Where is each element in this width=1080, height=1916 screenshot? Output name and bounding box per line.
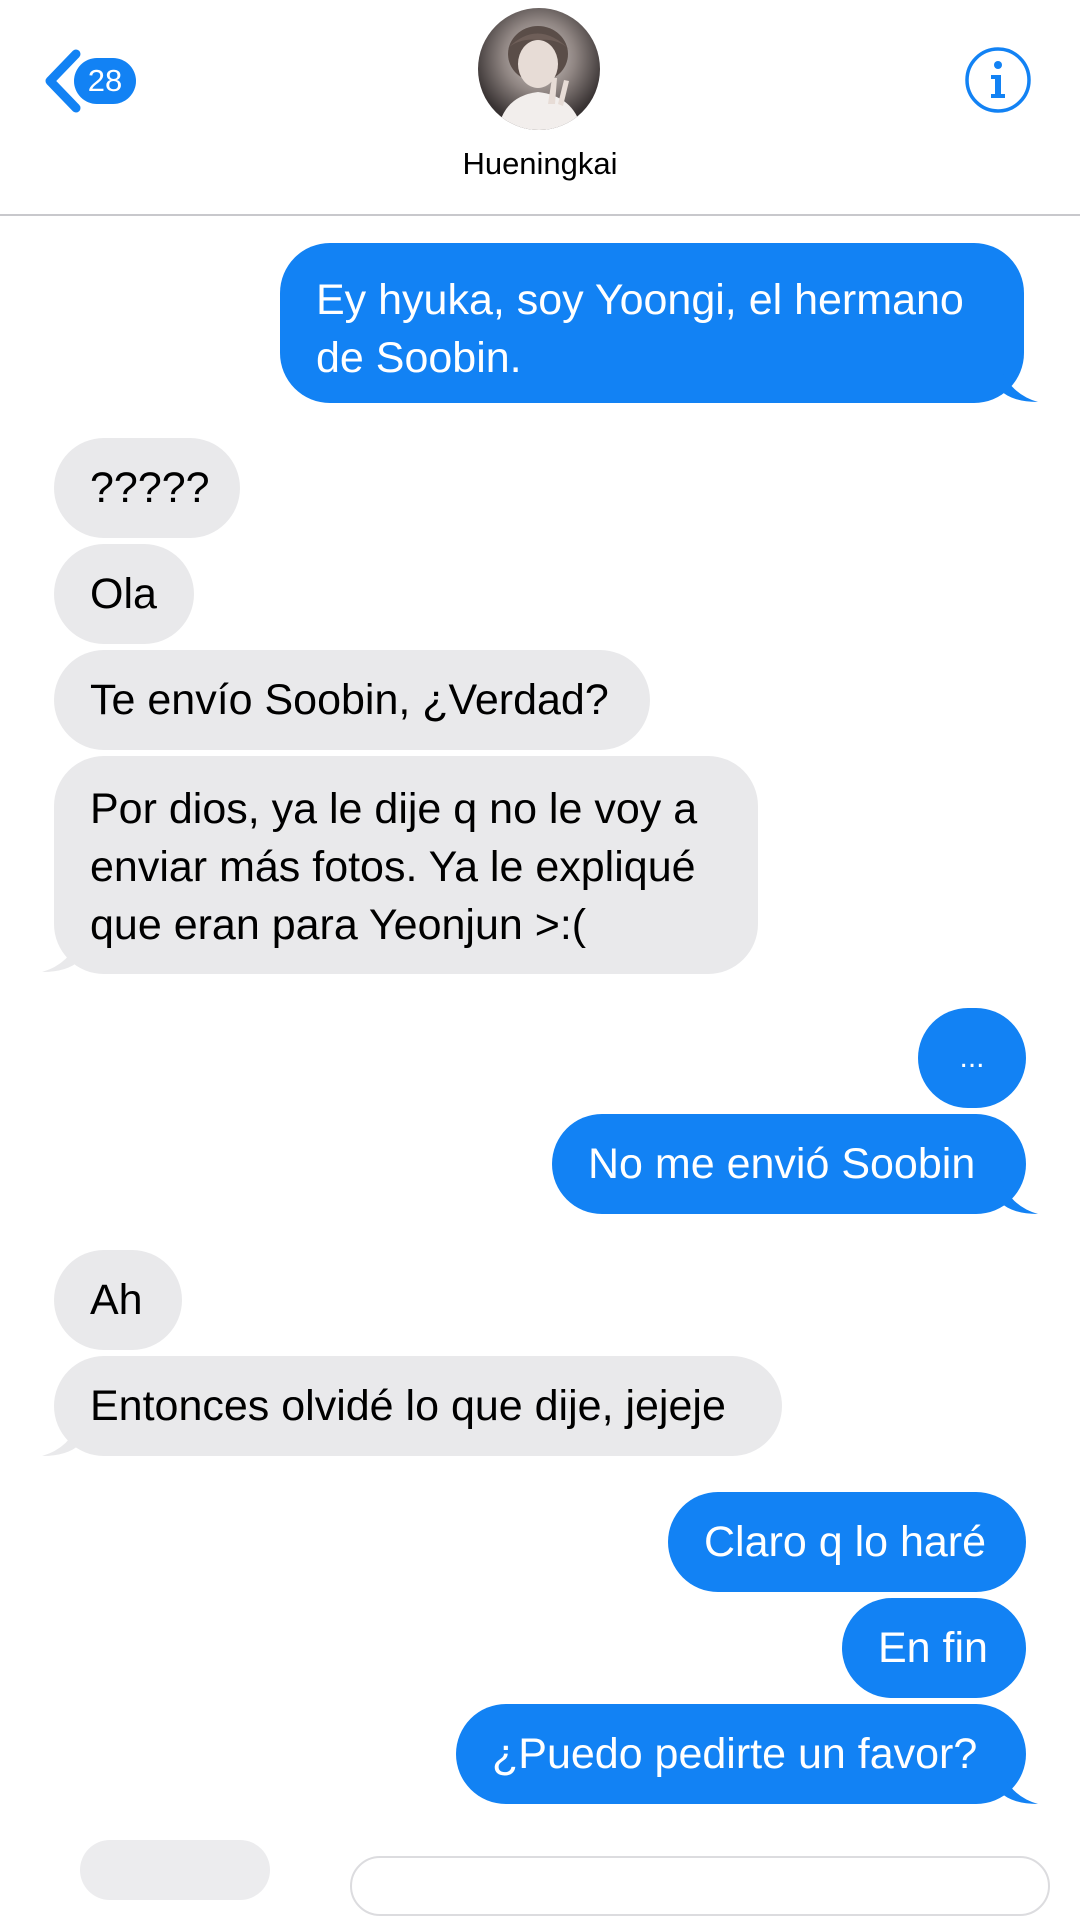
message-text: Ah bbox=[90, 1276, 143, 1324]
message-input-field[interactable] bbox=[350, 1856, 1050, 1916]
message-text: Claro q lo haré bbox=[704, 1518, 987, 1566]
message-text: Entonces olvidé lo que dije, jejeje bbox=[90, 1382, 726, 1430]
sent-message[interactable]: En fin bbox=[842, 1598, 1026, 1698]
message-text: ... bbox=[959, 1041, 985, 1074]
sent-message[interactable]: Claro q lo haré bbox=[668, 1492, 1026, 1592]
contact-avatar[interactable] bbox=[478, 8, 600, 130]
partial-received-message bbox=[80, 1840, 270, 1900]
message-text: Ola bbox=[90, 570, 157, 618]
message-text: Te envío Soobin, ¿Verdad? bbox=[90, 676, 609, 724]
received-message[interactable]: Entonces olvidé lo que dije, jejeje bbox=[54, 1356, 782, 1456]
sent-message[interactable]: No me envió Soobin bbox=[552, 1114, 1026, 1214]
message-list[interactable]: Ey hyuka, soy Yoongi, el hermano de Soob… bbox=[0, 216, 1080, 1916]
sent-bubble-tail bbox=[1000, 1178, 1038, 1214]
message-text: ????? bbox=[90, 464, 210, 512]
sent-message[interactable]: ¿Puedo pedirte un favor? bbox=[456, 1704, 1026, 1804]
received-bubble-tail bbox=[42, 1420, 80, 1456]
sent-message[interactable]: Ey hyuka, soy Yoongi, el hermano de Soob… bbox=[280, 243, 1024, 403]
sent-bubble-tail bbox=[1000, 1768, 1038, 1804]
info-icon bbox=[965, 47, 1031, 113]
received-bubble-tail bbox=[42, 936, 80, 972]
received-message[interactable]: Por dios, ya le dije q no le voy a envia… bbox=[54, 756, 758, 974]
conversation-header: 28 Hueningkai bbox=[0, 0, 1080, 216]
sent-message[interactable]: ... bbox=[918, 1008, 1026, 1108]
unread-count-badge: 28 bbox=[74, 58, 136, 104]
contact-name[interactable]: Hueningkai bbox=[0, 146, 1080, 182]
received-message[interactable]: Ah bbox=[54, 1250, 182, 1350]
message-text: Ey hyuka, soy Yoongi, el hermano de Soob… bbox=[316, 276, 964, 382]
received-message[interactable]: Ola bbox=[54, 544, 194, 644]
message-text: No me envió Soobin bbox=[588, 1140, 976, 1188]
received-message[interactable]: Te envío Soobin, ¿Verdad? bbox=[54, 650, 650, 750]
message-text: ¿Puedo pedirte un favor? bbox=[492, 1730, 978, 1778]
info-button[interactable] bbox=[964, 46, 1032, 114]
avatar-photo bbox=[498, 26, 582, 130]
received-message[interactable]: ????? bbox=[54, 438, 240, 538]
message-text: Por dios, ya le dije q no le voy a envia… bbox=[90, 785, 698, 949]
sent-bubble-tail bbox=[1000, 366, 1038, 402]
message-text: En fin bbox=[878, 1624, 988, 1672]
back-button[interactable]: 28 bbox=[40, 46, 136, 116]
